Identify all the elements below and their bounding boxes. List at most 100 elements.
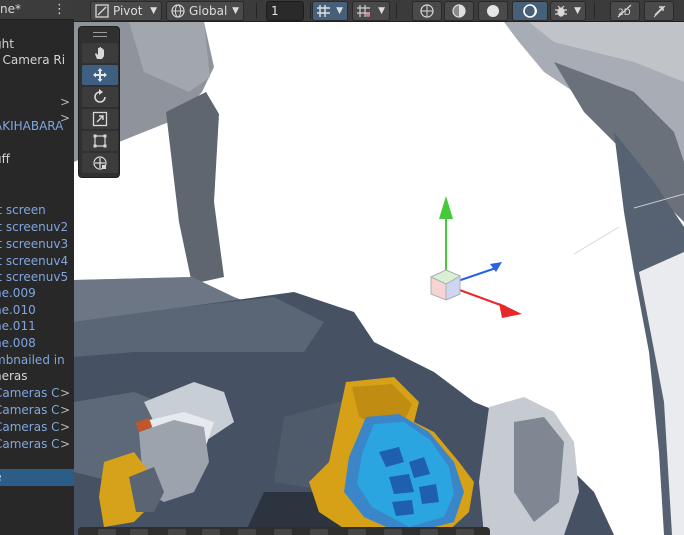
overlay-button[interactable] — [168, 529, 186, 535]
hierarchy-item[interactable]: ne.009 — [0, 285, 74, 302]
overlay-button[interactable] — [98, 529, 116, 535]
hierarchy-item[interactable]: it screenuv3 — [0, 236, 74, 253]
scale-icon — [92, 111, 108, 127]
rect-tool-button[interactable] — [82, 131, 118, 151]
toolbar-divider — [310, 3, 311, 19]
hierarchy-item-label: it screenuv5 — [0, 270, 69, 284]
hierarchy-item[interactable] — [0, 168, 74, 185]
move-arrows-icon — [93, 68, 107, 82]
light-off-icon — [653, 5, 666, 18]
chevron-down-icon: ▼ — [574, 6, 581, 16]
kebab-menu-icon[interactable]: ⋮ — [53, 2, 66, 17]
overlay-button[interactable] — [238, 529, 256, 535]
hierarchy-item-label: it screenuv3 — [0, 237, 69, 251]
gizmos-toggle[interactable] — [412, 1, 442, 21]
global-label: Global — [189, 4, 228, 18]
svg-text:2D: 2D — [618, 8, 631, 18]
hierarchy-item-selected[interactable]: e — [0, 469, 74, 486]
hierarchy-item[interactable]: it screenuv5 — [0, 269, 74, 286]
hierarchy-item-label: Cameras C — [0, 437, 60, 451]
hierarchy-item[interactable]: uff — [0, 151, 74, 168]
scale-tool-button[interactable] — [82, 109, 118, 129]
hierarchy-item[interactable]: ] Camera Ri — [0, 52, 74, 69]
snap-grid-icon — [357, 5, 370, 17]
hierarchy-item[interactable]: mbnailed in — [0, 352, 74, 369]
overlay-button[interactable] — [310, 529, 328, 535]
hierarchy-item[interactable]: Cameras C > — [0, 436, 74, 453]
scene-toolbar: Pivot ▼ Global ▼ 1 ▼ ▼ ▼ 2D — [74, 0, 684, 22]
hierarchy-item[interactable]: Cameras C > — [0, 385, 74, 402]
rotate-tool-button[interactable] — [82, 87, 118, 107]
overlay-button[interactable] — [456, 529, 474, 535]
hierarchy-item[interactable]: it screen — [0, 202, 74, 219]
increment-snap-toggle[interactable]: ▼ — [352, 1, 390, 21]
hierarchy-item[interactable]: > — [0, 94, 74, 111]
move-gizmo[interactable] — [429, 196, 522, 318]
chevron-right-icon[interactable]: > — [60, 419, 70, 436]
toolbar-divider — [256, 3, 257, 19]
hierarchy-item[interactable]: neras — [0, 368, 74, 385]
hierarchy-item-label: ] Camera Ri — [0, 53, 66, 67]
pivot-dropdown[interactable]: Pivot ▼ — [90, 1, 162, 21]
chevron-right-icon[interactable]: > — [60, 385, 70, 402]
toolbar-divider — [396, 3, 397, 19]
drag-handle-icon[interactable] — [93, 32, 107, 37]
chevron-right-icon[interactable]: > — [60, 436, 70, 453]
shaded-wireframe-toggle[interactable] — [444, 1, 474, 21]
grid-snap-icon — [317, 5, 330, 17]
chevron-right-icon[interactable]: > — [60, 402, 70, 419]
hierarchy-scene-header[interactable]: ne* ⋮ — [0, 0, 74, 20]
grid-snapping-toggle[interactable]: ▼ — [312, 1, 348, 21]
overlay-button[interactable] — [384, 529, 402, 535]
hierarchy-item[interactable]: ght — [0, 36, 74, 53]
rotate-icon — [94, 89, 106, 103]
chevron-down-icon: ▼ — [336, 6, 343, 16]
rendered-mode-toggle[interactable] — [512, 1, 548, 21]
chevron-down-icon: ▼ — [150, 6, 157, 16]
move-tool-button[interactable] — [82, 65, 118, 85]
hierarchy-item-label: it screenuv2 — [0, 220, 69, 234]
hierarchy-item[interactable]: Cameras C > — [0, 402, 74, 419]
hierarchy-item[interactable]: it screenuv2 — [0, 219, 74, 236]
hierarchy-item-label: it screen — [0, 203, 46, 217]
hierarchy-item-label: Cameras C — [0, 386, 60, 400]
2d-mode-icon: 2D — [617, 4, 632, 18]
transform-tool-button[interactable] — [82, 153, 118, 173]
shaded-mode-toggle[interactable] — [478, 1, 508, 21]
hierarchy-item[interactable]: Cameras C > — [0, 419, 74, 436]
hierarchy-item[interactable]: ne.011 — [0, 318, 74, 335]
hierarchy-item-label: uff — [0, 152, 10, 166]
transform-all-icon — [93, 156, 107, 170]
debug-draw-mode-dropdown[interactable]: ▼ — [550, 1, 586, 21]
hierarchy-item-label: mbnailed in — [0, 353, 65, 367]
hierarchy-item[interactable]: AKIHABARA — [0, 118, 74, 135]
hierarchy-item[interactable] — [0, 452, 74, 469]
hierarchy-item-label: ne.008 — [0, 336, 36, 350]
global-dropdown[interactable]: Global ▼ — [166, 1, 244, 21]
chevron-right-icon[interactable]: > — [60, 94, 70, 111]
hierarchy-item[interactable] — [0, 186, 74, 203]
lighting-toggle[interactable] — [644, 1, 674, 21]
pivot-label: Pivot — [113, 4, 143, 18]
pivot-icon — [95, 4, 109, 18]
hierarchy-item-label: it screenuv4 — [0, 254, 69, 268]
hierarchy-item-label: Cameras C — [0, 420, 60, 434]
grid-snap-input[interactable]: 1 — [266, 1, 304, 21]
hierarchy-item-label: neras — [0, 369, 28, 383]
scene-viewport[interactable] — [74, 22, 684, 535]
overlay-button[interactable] — [274, 529, 292, 535]
overlay-button[interactable] — [420, 529, 438, 535]
2d-view-toggle[interactable]: 2D — [610, 1, 640, 21]
hierarchy-item[interactable]: ne.010 — [0, 302, 74, 319]
toolbar-divider — [594, 3, 595, 19]
tool-palette — [78, 26, 120, 178]
overlay-button[interactable] — [202, 529, 220, 535]
shaded-wireframe-icon — [452, 4, 466, 18]
hierarchy-item[interactable]: ne.008 — [0, 335, 74, 352]
overlay-button[interactable] — [130, 529, 148, 535]
view-tool-button[interactable] — [82, 43, 118, 63]
overlay-button[interactable] — [348, 529, 366, 535]
hierarchy-item[interactable]: it screenuv4 — [0, 253, 74, 270]
rendered-sphere-icon — [523, 4, 537, 18]
hierarchy-item-label: e — [0, 469, 1, 486]
